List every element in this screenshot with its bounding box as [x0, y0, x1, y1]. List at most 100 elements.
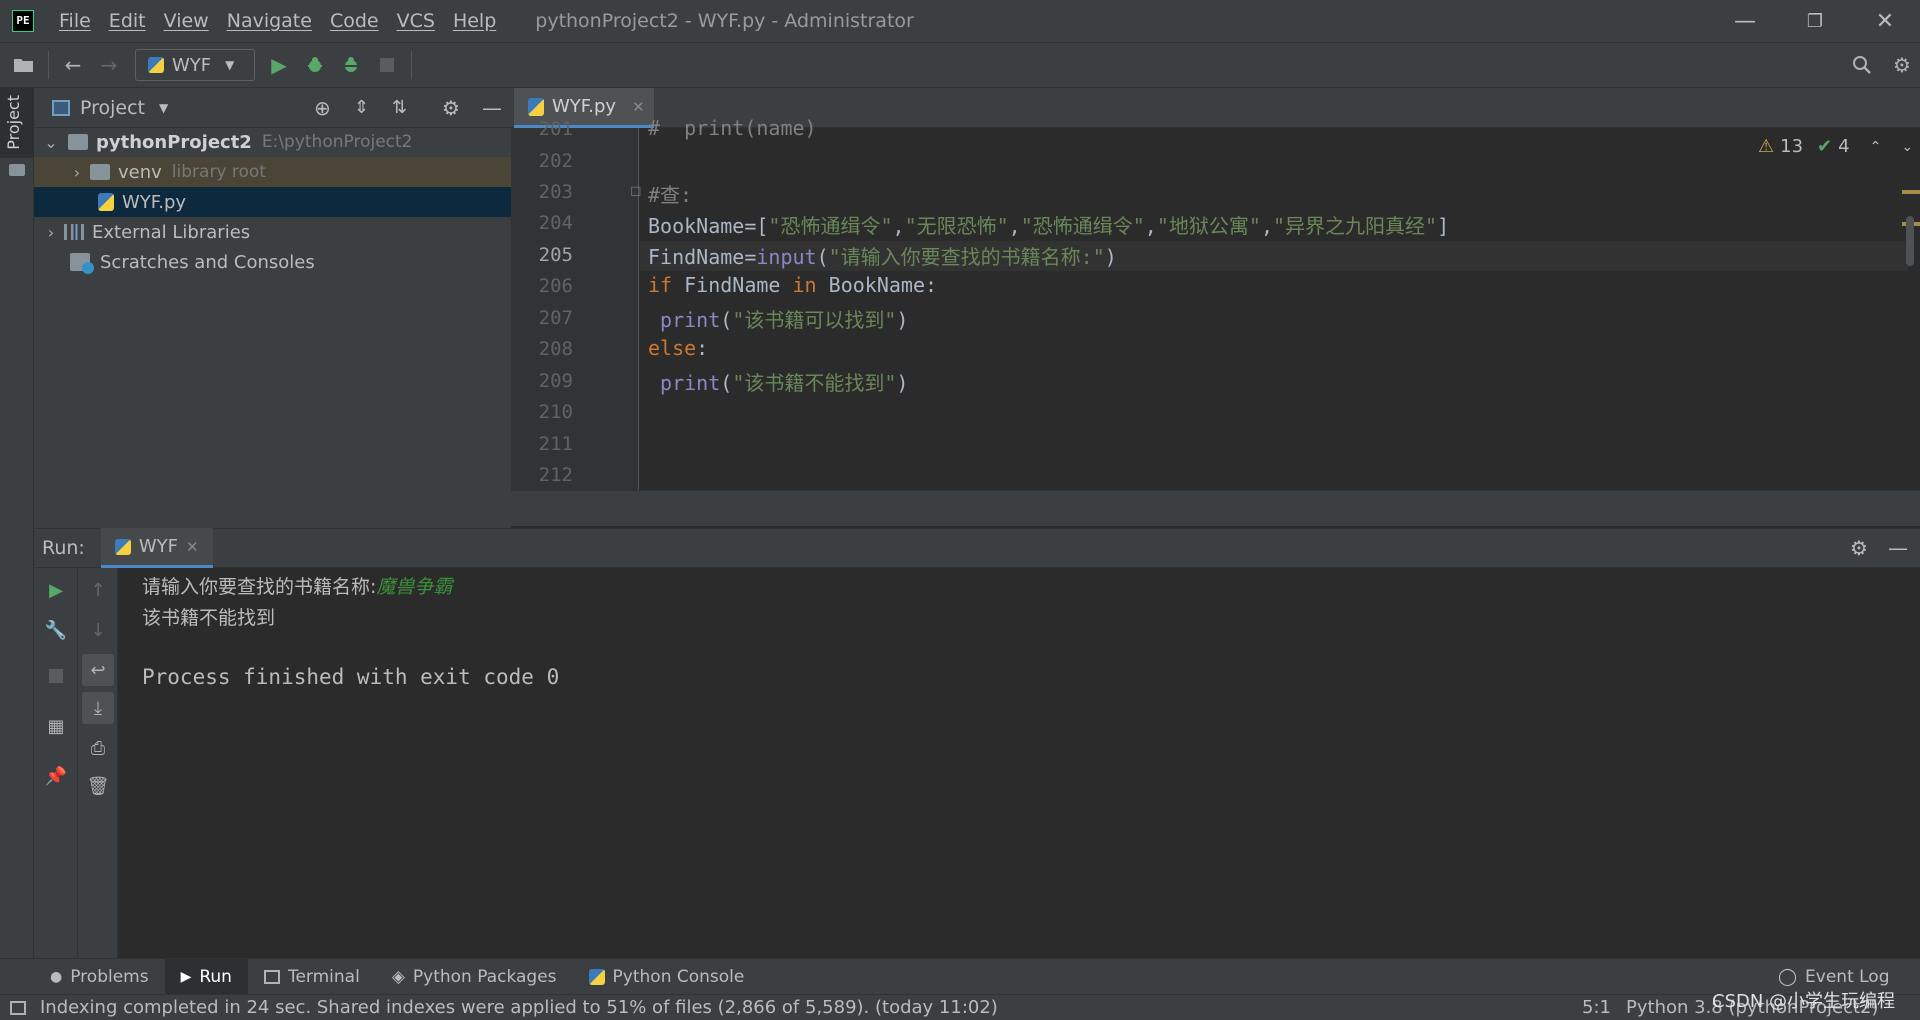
chevron-up-icon[interactable]: ⌃: [1870, 139, 1882, 155]
locate-icon[interactable]: ⊕: [314, 96, 331, 120]
tree-item-venv[interactable]: › venv library root: [34, 157, 511, 187]
menu-view[interactable]: View: [155, 10, 218, 32]
chevron-down-icon[interactable]: ⌄: [1901, 139, 1913, 155]
wrench-icon[interactable]: 🔧: [40, 614, 72, 646]
inspection-widget[interactable]: ⚠ 13 ✔ 4 ⌃ ⌄: [1758, 136, 1913, 157]
cursor-position[interactable]: 5:1: [1582, 997, 1611, 1018]
warning-count: 13: [1780, 136, 1804, 157]
scrollbar-marker: [1902, 190, 1920, 194]
code-token: print: [660, 371, 721, 395]
close-window-button[interactable]: ✕: [1850, 0, 1920, 42]
code-token: "恐怖通缉令": [1020, 214, 1145, 238]
editor-scrollbar[interactable]: [1906, 216, 1914, 266]
code-token: FindName=: [648, 245, 757, 269]
minimize-icon: —: [1734, 8, 1756, 34]
python-icon: [114, 538, 131, 555]
trash-icon[interactable]: 🗑: [82, 770, 114, 802]
code-token: in: [792, 273, 817, 297]
run-icon[interactable]: ▶: [261, 47, 297, 83]
chevron-right-icon[interactable]: ›: [38, 223, 64, 242]
run-tab-label: WYF: [138, 536, 178, 557]
menu-code[interactable]: Code: [321, 10, 388, 32]
collapse-all-icon[interactable]: ⇅: [392, 97, 407, 118]
tree-item-wyf-file[interactable]: WYF.py: [34, 187, 511, 217]
down-arrow-icon[interactable]: ↓: [82, 614, 114, 646]
soft-wrap-icon[interactable]: ↩: [82, 654, 114, 686]
menu-file[interactable]: File: [50, 10, 100, 32]
tab-run[interactable]: ▶ Run: [164, 958, 248, 995]
code-line-204: BookName=["恐怖通缉令","无限恐怖","恐怖通缉令","地狱公寓",…: [648, 214, 1450, 238]
tree-item-scratches[interactable]: Scratches and Consoles: [34, 247, 511, 277]
menu-navigate[interactable]: Navigate: [218, 10, 321, 32]
tree-item-project-root[interactable]: ⌄ pythonProject2 E:\pythonProject2: [34, 127, 511, 157]
tab-problems[interactable]: ● Problems: [34, 959, 165, 995]
code-token: BookName=[: [648, 214, 769, 238]
project-tool-label[interactable]: Project: [4, 95, 23, 150]
main-toolbar: ← → WYF ▼ ▶ ⚙: [0, 42, 1920, 88]
check-icon: ✔: [1817, 136, 1833, 157]
print-icon[interactable]: ⎙: [82, 732, 114, 764]
line-number: 202: [538, 150, 573, 172]
line-number: 201: [538, 118, 573, 140]
layout-toggle-icon[interactable]: [10, 1000, 26, 1015]
debug-icon[interactable]: [297, 47, 333, 83]
minimize-button[interactable]: —: [1710, 0, 1780, 42]
bottom-tool-tabs: ● Problems ▶ Run Terminal ◈ Python Packa…: [0, 958, 1920, 995]
stop-icon[interactable]: [369, 47, 405, 83]
hide-panel-icon[interactable]: —: [1888, 536, 1908, 560]
up-arrow-icon[interactable]: ↑: [82, 574, 114, 606]
code-token: "无限恐怖": [904, 214, 1009, 238]
menu-help[interactable]: Help: [444, 10, 505, 32]
terminal-icon: [263, 969, 280, 984]
status-message[interactable]: Indexing completed in 24 sec. Shared ind…: [40, 997, 998, 1018]
tab-python-console[interactable]: Python Console: [573, 959, 761, 995]
line-number: 203: [538, 181, 573, 203]
fold-icon[interactable]: ◻: [630, 183, 642, 199]
run-console[interactable]: [118, 568, 1920, 958]
line-number: 210: [538, 401, 573, 423]
run-configuration-select[interactable]: WYF ▼: [135, 49, 255, 81]
line-number: 211: [538, 433, 573, 455]
tab-label: Python Packages: [412, 966, 557, 987]
stop-icon[interactable]: [40, 660, 72, 692]
folder-icon: [68, 134, 88, 150]
chevron-right-icon[interactable]: ›: [64, 163, 90, 182]
code-line-203: #查:: [648, 183, 693, 207]
layout-icon[interactable]: ▦: [40, 710, 72, 742]
menu-vcs[interactable]: VCS: [388, 10, 444, 32]
restore-button[interactable]: ❐: [1780, 0, 1850, 42]
menu-edit[interactable]: Edit: [100, 10, 155, 32]
line-number: 207: [538, 307, 573, 329]
close-tab-icon[interactable]: ✕: [632, 98, 645, 116]
tab-python-packages[interactable]: ◈ Python Packages: [376, 959, 573, 995]
tab-label: Python Console: [612, 966, 745, 987]
rerun-icon[interactable]: ▶: [40, 574, 72, 606]
close-icon: ✕: [1875, 8, 1895, 34]
expand-all-icon[interactable]: ⇕: [354, 97, 369, 118]
tree-item-external-libraries[interactable]: › External Libraries: [34, 217, 511, 247]
project-panel-header: Project ▼ ⊕ ⇕ ⇅ ⚙ —: [34, 88, 511, 128]
tab-terminal[interactable]: Terminal: [248, 959, 376, 995]
forward-arrow-icon[interactable]: →: [91, 47, 127, 83]
console-line-result: 该书籍不能找到: [142, 607, 276, 629]
run-tab-wyf[interactable]: WYF ✕: [100, 528, 213, 568]
code-token: BookName:: [816, 273, 938, 297]
run-settings-icon[interactable]: ⚙: [1850, 536, 1868, 560]
tab-label: Run: [199, 966, 232, 987]
open-folder-icon[interactable]: [6, 47, 42, 83]
title-bar: PE File Edit View Navigate Code VCS Help…: [0, 0, 1920, 42]
back-arrow-icon[interactable]: ←: [55, 47, 91, 83]
project-view-select[interactable]: Project: [80, 97, 145, 119]
coverage-icon[interactable]: [333, 47, 369, 83]
hide-panel-icon[interactable]: —: [482, 96, 502, 120]
folder-icon: [90, 164, 110, 180]
chevron-down-icon[interactable]: ⌄: [38, 133, 64, 152]
scroll-to-end-icon[interactable]: ⤓: [82, 692, 114, 724]
pin-icon[interactable]: 📌: [40, 760, 72, 792]
panel-settings-icon[interactable]: ⚙: [442, 96, 460, 120]
venv-name: venv: [118, 161, 162, 183]
search-icon[interactable]: [1844, 47, 1880, 83]
chevron-down-icon[interactable]: ▼: [159, 101, 168, 115]
close-tab-icon[interactable]: ✕: [186, 538, 199, 556]
settings-gear-icon[interactable]: ⚙: [1884, 47, 1920, 83]
